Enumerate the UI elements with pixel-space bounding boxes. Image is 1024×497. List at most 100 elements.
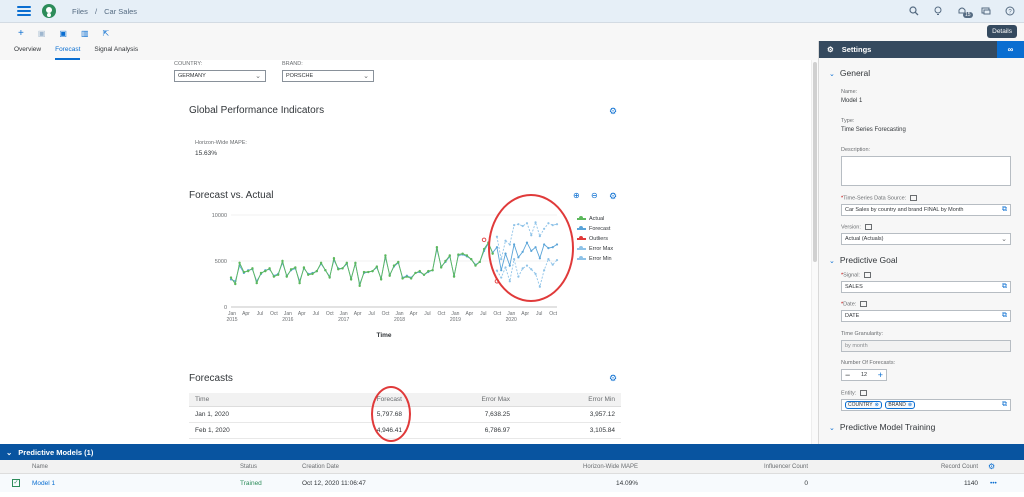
export-icon[interactable]: ⇱	[103, 29, 110, 38]
add-icon[interactable]: +	[18, 28, 24, 39]
point-actual	[392, 264, 396, 267]
point-actual	[427, 269, 430, 273]
col-status: Status	[240, 463, 258, 470]
value-help-icon[interactable]: ⧉	[1002, 283, 1007, 291]
description-field[interactable]	[841, 156, 1011, 186]
zoom-out-icon[interactable]: ⊖	[591, 191, 598, 200]
gear-icon: ⚙	[827, 45, 834, 54]
details-button[interactable]: Details	[987, 25, 1017, 38]
chart-section-title: Forecast vs. Actual	[189, 190, 274, 201]
version-select[interactable]: Actual (Actuals) ⌄	[841, 233, 1011, 245]
point-actual	[251, 267, 254, 270]
tab-forecast[interactable]: Forecast	[55, 43, 81, 60]
entity-token[interactable]: BRAND ⊗	[885, 401, 916, 409]
forecasts-settings-gear-icon[interactable]: ⚙	[609, 373, 617, 384]
cell-error-min: 3,105.84	[589, 427, 615, 434]
chevron-down-icon[interactable]: ⌄	[6, 448, 12, 457]
brand-select[interactable]: PORSCHE ⌄	[282, 70, 374, 82]
point-actual	[465, 254, 469, 257]
signal-field[interactable]: SALES ⧉	[841, 281, 1011, 293]
entity-field[interactable]: COUNTRY ⊗ BRAND ⊗ ⧉	[841, 399, 1011, 411]
value-help-icon[interactable]: ⧉	[1002, 206, 1007, 214]
search-icon[interactable]	[908, 5, 920, 17]
toolbar: + ▣ ▣ ▥ ⇱	[0, 23, 1024, 43]
breadcrumb-root[interactable]: Files	[72, 7, 88, 16]
point-actual	[319, 261, 323, 265]
point-actual	[294, 266, 297, 269]
point-actual	[478, 260, 481, 264]
shell-bar: Files / Car Sales 15 ?	[0, 0, 1024, 23]
model-mape: 14.09%	[615, 479, 638, 487]
country-select[interactable]: GERMANY ⌄	[174, 70, 266, 82]
point-actual	[397, 260, 400, 264]
point-actual	[281, 259, 284, 263]
notification-count: 15	[963, 12, 973, 18]
model-name-link[interactable]: Model 1	[20, 480, 240, 487]
value-help-icon[interactable]: ⧉	[1002, 401, 1007, 409]
models-header[interactable]: ⌄ Predictive Models (1)	[0, 444, 1024, 460]
point-actual	[242, 270, 246, 274]
settings-panel: ⚙ Settings ∞ ⌄ General Name: Model 1 Type…	[818, 41, 1024, 444]
section-general[interactable]: ⌄ General	[829, 68, 870, 78]
x-tick-label: Apr	[242, 311, 250, 317]
x-tick-label: Jul	[536, 311, 542, 317]
table-row[interactable]: ✓ Model 1 Trained Oct 12, 2020 11:06:47 …	[0, 474, 1024, 492]
col-mape: Horizon-Wide MAPE	[582, 463, 638, 470]
chevron-down-icon: ⌄	[829, 71, 835, 78]
y-tick-label: 5000	[215, 259, 227, 265]
checkbox-icon[interactable]: ✓	[12, 479, 20, 487]
legend-item-actual: Actual	[577, 214, 613, 224]
chart-icon[interactable]: ▥	[81, 29, 89, 38]
brand-value: PORSCHE	[286, 73, 314, 79]
point-actual	[435, 246, 439, 249]
notifications-icon[interactable]: 15	[956, 5, 973, 18]
save-icon[interactable]: ▣	[59, 29, 67, 38]
entity-token[interactable]: COUNTRY ⊗	[845, 401, 882, 409]
x-year-label: 2016	[282, 317, 293, 323]
point-actual	[311, 272, 314, 276]
user-logo-icon[interactable]	[42, 4, 56, 18]
main-scrollbar[interactable]	[811, 60, 818, 444]
gpi-settings-gear-icon[interactable]: ⚙	[609, 106, 617, 117]
col-time: Time	[195, 396, 210, 403]
description-label: Description:	[841, 147, 871, 153]
chart-settings-gear-icon[interactable]: ⚙	[609, 191, 617, 202]
section-predictive-goal[interactable]: ⌄ Predictive Goal	[829, 255, 898, 265]
decrement-icon[interactable]: −	[845, 370, 850, 380]
quantity-stepper[interactable]: − 12 +	[841, 369, 887, 381]
tab-signal-analysis[interactable]: Signal Analysis	[94, 43, 138, 60]
point-actual	[264, 269, 267, 273]
x-year-label: 2020	[506, 317, 517, 323]
legend-item-outliers: Outliers	[577, 234, 613, 244]
chat-icon[interactable]	[980, 5, 992, 17]
model-created: Oct 12, 2020 11:06:47	[302, 479, 366, 487]
increment-icon[interactable]: +	[878, 370, 883, 380]
x-tick-label: Oct	[549, 311, 557, 317]
preview-glasses-icon[interactable]: ∞	[997, 41, 1024, 58]
point-actual	[422, 273, 426, 276]
lightbulb-icon[interactable]	[932, 5, 944, 17]
data-source-field[interactable]: Car Sales by country and brand FINAL by …	[841, 204, 1011, 216]
point-actual	[439, 266, 443, 269]
point-actual	[315, 269, 318, 273]
date-field[interactable]: DATE ⧉	[841, 310, 1011, 322]
country-label: COUNTRY:	[174, 61, 203, 67]
value-help-icon[interactable]: ⧉	[1002, 312, 1007, 320]
point-actual	[246, 269, 250, 273]
type-label: Type:	[841, 118, 855, 124]
point-actual	[414, 271, 417, 275]
section-model-training[interactable]: ⌄ Predictive Model Training	[829, 422, 935, 432]
point-actual	[307, 273, 310, 276]
point-actual	[354, 261, 357, 265]
menu-icon[interactable]	[17, 6, 31, 16]
point-actual	[345, 261, 349, 265]
help-icon[interactable]: ?	[1004, 5, 1016, 17]
more-options-icon[interactable]: •••	[990, 480, 997, 487]
zoom-in-icon[interactable]: ⊕	[573, 191, 580, 200]
point-actual	[298, 281, 301, 285]
point-actual	[452, 275, 456, 278]
tab-overview[interactable]: Overview	[14, 43, 41, 60]
x-tick-label: Apr	[354, 311, 362, 317]
table-settings-gear-icon[interactable]: ⚙	[988, 462, 995, 471]
copy-icon[interactable]: ▣	[38, 29, 46, 38]
